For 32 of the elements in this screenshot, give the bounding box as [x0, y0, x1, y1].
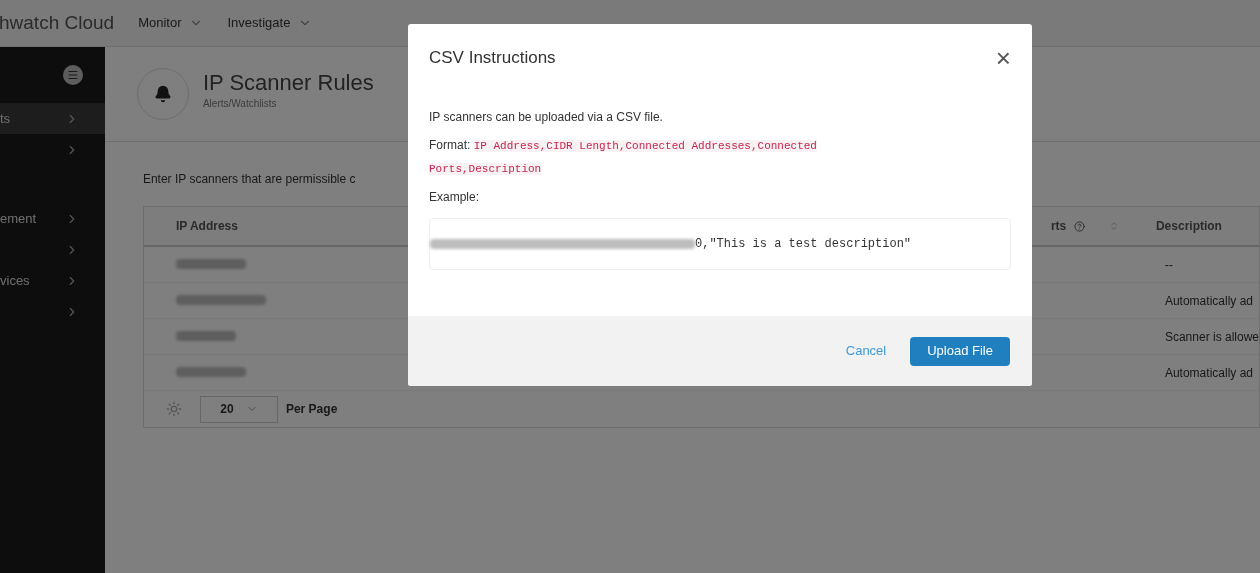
nav-menu[interactable]: Monitor [138, 13, 204, 33]
description-cell-text: Scanner is allowe [1163, 328, 1259, 346]
per-page-label: Per Page [285, 401, 338, 418]
nav-menu[interactable]: Investigate [227, 13, 313, 33]
breadcrumb: Alerts/Watchlists [202, 97, 278, 112]
upload-button[interactable]: Upload File [910, 336, 1010, 366]
example-text: 0,"This is a test description" [695, 236, 912, 253]
help-icon[interactable] [1074, 220, 1086, 232]
dialog-title: CSV Instructions [429, 47, 556, 70]
sidebar-item[interactable]: ement [0, 203, 105, 234]
example-label: Example: [429, 189, 481, 206]
description-cell-text: -- [1163, 256, 1173, 274]
sidebar-item[interactable]: ts [0, 103, 105, 134]
close-button[interactable]: × [995, 45, 1011, 71]
intro-text: Enter IP scanners that are permissible c [142, 172, 356, 186]
redacted-value [175, 366, 246, 377]
sidebar-item[interactable]: vices [0, 265, 105, 296]
settings-icon[interactable] [165, 401, 182, 417]
description-cell-text: Automatically ad [1163, 364, 1253, 382]
description-cell-text: Automatically ad [1163, 292, 1253, 310]
cancel-link[interactable]: Cancel [845, 341, 887, 361]
page-title: IP Scanner Rules [202, 68, 374, 97]
column-header: rts [1050, 218, 1067, 235]
redacted-value [175, 258, 246, 269]
menu-icon[interactable] [62, 65, 83, 85]
brand-name: hwatch Cloud [0, 10, 115, 35]
column-header: IP Address [174, 218, 239, 235]
page-size-select[interactable]: 20 [199, 395, 278, 423]
column-header: Description [1155, 218, 1222, 235]
instruction-text: IP scanners can be uploaded via a CSV file. [429, 109, 664, 126]
redacted-value [175, 330, 236, 341]
format-text: Format: IP Address,CIDR Length,Connected Addresses,Connected Ports,Description [429, 137, 818, 177]
